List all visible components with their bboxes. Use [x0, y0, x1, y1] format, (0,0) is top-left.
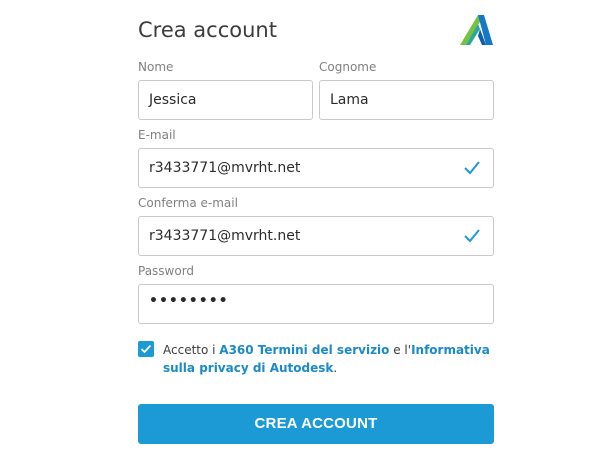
- first-name-label: Nome: [138, 60, 174, 74]
- password-label: Password: [138, 264, 195, 278]
- terms-of-service-link[interactable]: A360 Termini del servizio: [219, 343, 389, 357]
- confirm-email-field[interactable]: r3433771@mvrht.net: [138, 216, 494, 256]
- email-field[interactable]: r3433771@mvrht.net: [138, 148, 494, 188]
- autodesk-logo-icon: [458, 12, 494, 48]
- first-name-value: Jessica: [149, 92, 197, 108]
- page-title: Crea account: [138, 18, 277, 42]
- create-account-button[interactable]: CREA ACCOUNT: [138, 404, 494, 444]
- email-value: r3433771@mvrht.net: [149, 160, 301, 176]
- terms-suffix: .: [333, 361, 338, 375]
- last-name-value: Lama: [330, 92, 369, 108]
- first-name-field[interactable]: Jessica: [138, 80, 313, 120]
- last-name-field[interactable]: Lama: [319, 80, 494, 120]
- password-value: ••••••••: [149, 293, 229, 309]
- password-field[interactable]: ••••••••: [138, 284, 494, 324]
- terms-text: Accetto i A360 Termini del servizio e l'…: [163, 341, 493, 377]
- checkmark-icon: [463, 159, 481, 177]
- terms-middle: e l': [389, 343, 412, 357]
- terms-checkbox[interactable]: [138, 341, 154, 357]
- email-label: E-mail: [138, 128, 176, 142]
- terms-prefix: Accetto i: [163, 343, 220, 357]
- confirm-email-label: Conferma e-mail: [138, 196, 238, 210]
- checkmark-icon: [140, 344, 152, 354]
- checkmark-icon: [463, 227, 481, 245]
- confirm-email-value: r3433771@mvrht.net: [149, 228, 301, 244]
- last-name-label: Cognome: [319, 60, 377, 74]
